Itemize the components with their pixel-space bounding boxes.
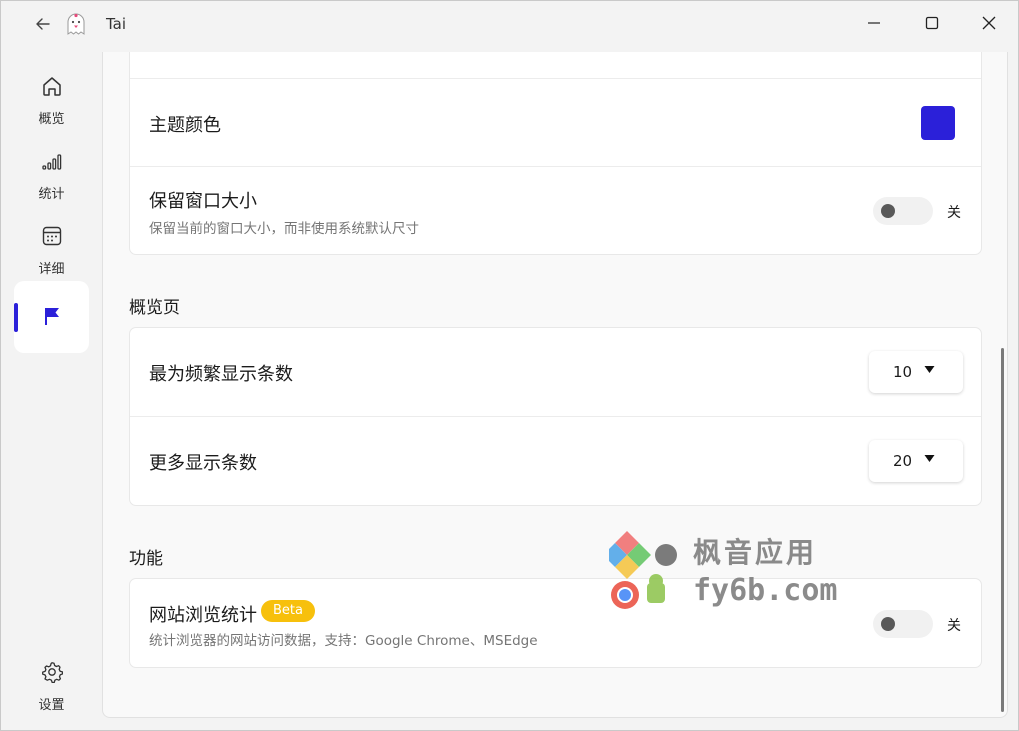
web-stats-description: 统计浏览器的网站访问数据，支持：Google Chrome、MSEdge [149,633,538,649]
minimize-button[interactable] [845,1,903,45]
sidebar-item-label: 统计 [38,187,65,202]
more-count-row: 更多显示条数 20 [130,416,981,506]
web-stats-title: 网站浏览统计 [149,605,257,626]
calendar-icon [42,226,61,246]
features-card: 网站浏览统计 Beta 统计浏览器的网站访问数据，支持：Google Chrom… [129,578,982,668]
caret-down-icon [924,366,935,373]
sidebar-item-settings-page[interactable] [14,281,89,353]
flag-icon [44,308,59,325]
theme-color-title: 主题颜色 [149,115,221,136]
keep-window-size-row: 保留窗口大小 保留当前的窗口大小，而非使用系统默认尺寸 关 [130,166,981,255]
clipped-setting-row [130,52,981,78]
features-section-title: 功能 [129,549,163,569]
toggle-knob [881,617,895,631]
bar-chart-icon [41,154,61,170]
sidebar-item-overview[interactable]: 概览 [14,67,89,139]
keep-window-size-title: 保留窗口大小 [149,191,257,212]
vertical-scrollbar[interactable] [1001,348,1004,712]
more-count-title: 更多显示条数 [149,453,257,474]
watermark-logo-icon [609,531,677,609]
gear-icon [41,662,63,683]
theme-color-row: 主题颜色 [130,78,981,167]
frequent-count-row: 最为频繁显示条数 10 [130,328,981,416]
beta-badge: Beta [261,600,315,622]
sidebar-item-settings[interactable]: 设置 [14,653,89,717]
sidebar-item-statistics[interactable]: 统计 [14,142,89,214]
settings-content: 主题颜色 保留窗口大小 保留当前的窗口大小，而非使用系统默认尺寸 关 概览页 最… [102,52,1008,718]
sidebar-item-details[interactable]: 详细 [14,217,89,289]
web-stats-row: 网站浏览统计 Beta 统计浏览器的网站访问数据，支持：Google Chrom… [130,579,981,667]
frequent-count-select[interactable]: 10 [869,351,963,393]
appearance-card: 主题颜色 保留窗口大小 保留当前的窗口大小，而非使用系统默认尺寸 关 [129,52,982,255]
home-icon [42,77,61,96]
theme-color-swatch[interactable] [921,106,955,140]
title-bar: Tai [1,1,1018,47]
more-count-select[interactable]: 20 [869,440,963,482]
caret-down-icon [924,455,935,462]
select-value: 20 [893,452,913,470]
sidebar-item-label: 概览 [38,112,65,127]
back-button[interactable] [29,11,57,37]
web-stats-state: 关 [947,618,961,634]
web-stats-toggle[interactable] [873,610,933,638]
minimize-icon [868,22,880,24]
app-window: Tai 概览 统计 详细 设置 主题颜色 保留窗口大小 保留当前的窗口大小，而非… [0,0,1019,731]
maximize-button[interactable] [903,1,961,45]
close-icon [982,16,996,30]
window-title: Tai [106,15,127,33]
app-logo-icon [67,13,85,35]
keep-window-size-description: 保留当前的窗口大小，而非使用系统默认尺寸 [149,221,419,237]
keep-window-size-toggle[interactable] [873,197,933,225]
keep-window-size-state: 关 [947,205,961,221]
close-button[interactable] [960,1,1018,45]
watermark-text-2: fy6b.com [693,573,838,608]
maximize-icon [925,16,939,30]
select-value: 10 [893,363,913,381]
overview-section-title: 概览页 [129,298,180,318]
frequent-count-title: 最为频繁显示条数 [149,364,293,385]
watermark: 枫音应用 fy6b.com [609,529,849,613]
overview-card: 最为频繁显示条数 10 更多显示条数 20 [129,327,982,506]
watermark-text-1: 枫音应用 [693,536,818,569]
arrow-left-icon [36,18,50,30]
sidebar-item-label: 设置 [38,698,65,713]
sidebar-item-label: 详细 [38,262,65,277]
toggle-knob [881,204,895,218]
